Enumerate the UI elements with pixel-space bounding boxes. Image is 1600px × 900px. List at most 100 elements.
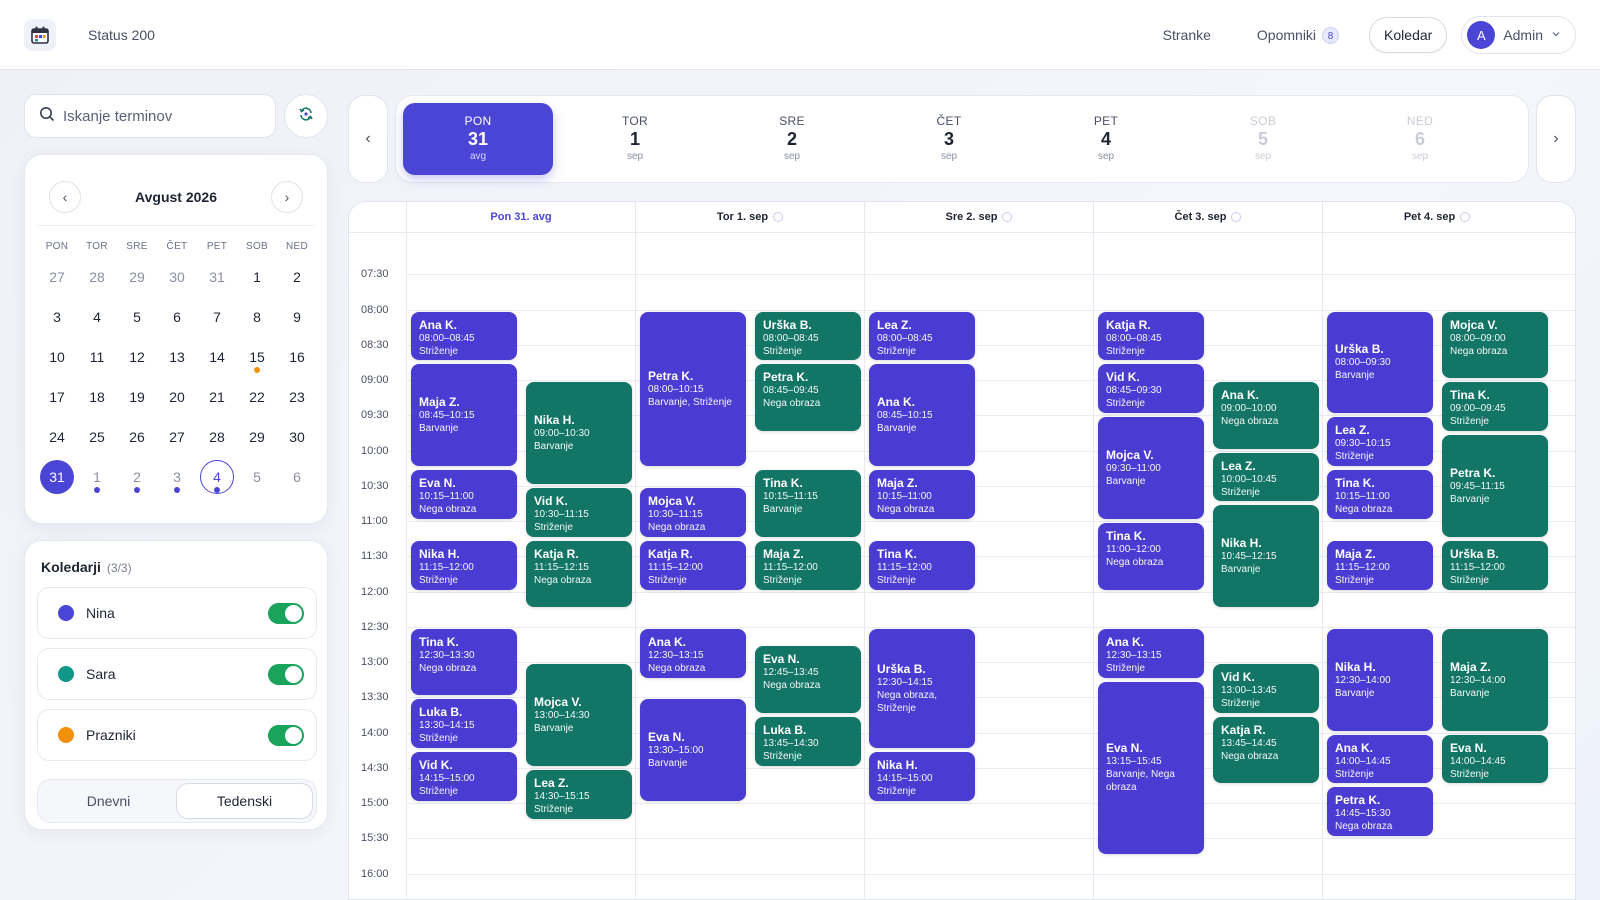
appointment-block[interactable]: Lea Z. 08:00–08:45 Striženje — [869, 311, 975, 361]
appointment-block[interactable]: Luka B. 13:30–14:15 Striženje — [411, 699, 517, 749]
appointment-block[interactable]: Nika H. 10:45–12:15 Barvanje — [1213, 505, 1319, 608]
mini-calendar-day[interactable]: 28 — [197, 417, 237, 457]
mini-calendar-day[interactable]: 6 — [277, 457, 317, 497]
appointment-block[interactable]: Ana K. 12:30–13:15 Nega obraza — [640, 628, 746, 678]
nav-stranke[interactable]: Stranke — [1147, 19, 1227, 51]
appointment-block[interactable]: Urška B. 12:30–14:15 Nega obraza, Striženj… — [869, 628, 975, 749]
appointment-block[interactable]: Katja R. 08:00–08:45 Striženje — [1098, 311, 1204, 361]
appointment-block[interactable]: Maja Z. 10:15–11:00 Nega obraza — [869, 470, 975, 520]
nav-opomniki[interactable]: Opomniki 8 — [1241, 19, 1355, 52]
week-day-tor[interactable]: TOR 1 sep — [560, 103, 710, 175]
week-day-čet[interactable]: ČET 3 sep — [874, 103, 1024, 175]
appointment-block[interactable]: Katja R. 13:45–14:45 Nega obraza — [1213, 716, 1319, 784]
appointment-block[interactable]: Vid K. 13:00–13:45 Striženje — [1213, 664, 1319, 713]
appointment-block[interactable]: Tina K. 09:00–09:45 Striženje — [1442, 382, 1548, 431]
mini-calendar-day[interactable]: 29 — [237, 417, 277, 457]
mini-calendar-day[interactable]: 27 — [157, 417, 197, 457]
mini-calendar-day[interactable]: 28 — [77, 257, 117, 297]
appointment-block[interactable]: Ana K. 12:30–13:15 Striženje — [1098, 628, 1204, 678]
calendar-row-prazniki[interactable]: Prazniki — [37, 709, 317, 761]
mini-calendar-day[interactable]: 1 — [77, 457, 117, 497]
appointment-block[interactable]: Luka B. 13:45–14:30 Striženje — [755, 716, 861, 766]
mini-calendar-day[interactable]: 31 — [37, 457, 77, 497]
mini-calendar-day[interactable]: 17 — [37, 377, 77, 417]
mini-calendar-day[interactable]: 22 — [237, 377, 277, 417]
week-day-sob[interactable]: SOB 5 sep — [1188, 103, 1338, 175]
appointment-block[interactable]: Petra K. 09:45–11:15 Barvanje — [1442, 434, 1548, 537]
mini-calendar-day[interactable]: 14 — [197, 337, 237, 377]
mini-calendar-day[interactable]: 4 — [77, 297, 117, 337]
mini-calendar-day[interactable]: 29 — [117, 257, 157, 297]
mini-calendar-day[interactable]: 2 — [277, 257, 317, 297]
appointment-block[interactable]: Tina K. 11:15–12:00 Striženje — [869, 540, 975, 590]
appointment-block[interactable]: Mojca V. 10:30–11:15 Nega obraza — [640, 487, 746, 537]
appointment-block[interactable]: Ana K. 09:00–10:00 Nega obraza — [1213, 382, 1319, 449]
appointment-block[interactable]: Vid K. 10:30–11:15 Striženje — [526, 487, 632, 537]
week-day-pet[interactable]: PET 4 sep — [1031, 103, 1181, 175]
appointment-block[interactable]: Nika H. 09:00–10:30 Barvanje — [526, 382, 632, 484]
search-input[interactable] — [63, 107, 253, 125]
mini-calendar-day[interactable]: 11 — [77, 337, 117, 377]
appointment-block[interactable]: Katja R. 11:15–12:00 Striženje — [640, 540, 746, 590]
user-menu[interactable]: A Admin — [1461, 16, 1576, 54]
appointment-block[interactable]: Ana K. 14:00–14:45 Striženje — [1327, 734, 1433, 784]
mini-calendar-day[interactable]: 7 — [197, 297, 237, 337]
week-day-pon[interactable]: PON 31 avg — [403, 103, 553, 175]
appointment-block[interactable]: Katja R. 11:15–12:15 Nega obraza — [526, 540, 632, 608]
view-weekly-button[interactable]: Tedenski — [176, 783, 313, 819]
mini-calendar-day[interactable]: 3 — [37, 297, 77, 337]
mini-calendar-day[interactable]: 24 — [37, 417, 77, 457]
mini-calendar-day[interactable]: 18 — [77, 377, 117, 417]
refresh-button[interactable] — [284, 94, 328, 138]
mini-calendar-day[interactable]: 27 — [37, 257, 77, 297]
mini-calendar-day[interactable]: 12 — [117, 337, 157, 377]
appointment-block[interactable]: Nika H. 14:15–15:00 Striženje — [869, 752, 975, 802]
calendar-toggle[interactable] — [268, 664, 304, 685]
calendar-row-nina[interactable]: Nina — [37, 587, 317, 639]
appointment-block[interactable]: Urška B. 11:15–12:00 Striženje — [1442, 540, 1548, 590]
appointment-block[interactable]: Eva N. 10:15–11:00 Nega obraza — [411, 470, 517, 520]
appointment-block[interactable]: Maja Z. 11:15–12:00 Striženje — [1327, 540, 1433, 590]
calendar-toggle[interactable] — [268, 725, 304, 746]
appointment-block[interactable]: Tina K. 10:15–11:15 Barvanje — [755, 470, 861, 537]
appointment-block[interactable]: Nika H. 12:30–14:00 Barvanje — [1327, 628, 1433, 731]
mini-calendar-day[interactable]: 5 — [117, 297, 157, 337]
appointment-block[interactable]: Maja Z. 11:15–12:00 Striženje — [755, 540, 861, 590]
week-next-button[interactable]: › — [1536, 95, 1576, 183]
mini-calendar-day[interactable]: 23 — [277, 377, 317, 417]
mini-calendar-day[interactable]: 16 — [277, 337, 317, 377]
mini-calendar-day[interactable]: 13 — [157, 337, 197, 377]
appointment-block[interactable]: Lea Z. 10:00–10:45 Striženje — [1213, 452, 1319, 502]
mini-calendar-day[interactable]: 15 — [237, 337, 277, 377]
appointment-block[interactable]: Maja Z. 12:30–14:00 Barvanje — [1442, 628, 1548, 731]
appointment-block[interactable]: Mojca V. 09:30–11:00 Barvanje — [1098, 417, 1204, 520]
appointment-block[interactable]: Petra K. 14:45–15:30 Nega obraza — [1327, 787, 1433, 837]
mini-calendar-day[interactable]: 6 — [157, 297, 197, 337]
mini-calendar-day[interactable]: 25 — [77, 417, 117, 457]
mini-calendar-day[interactable]: 31 — [197, 257, 237, 297]
appointment-block[interactable]: Eva N. 14:00–14:45 Striženje — [1442, 734, 1548, 784]
appointment-block[interactable]: Tina K. 11:00–12:00 Nega obraza — [1098, 523, 1204, 590]
appointment-block[interactable]: Petra K. 08:45–09:45 Nega obraza — [755, 364, 861, 431]
mini-calendar-day[interactable]: 19 — [117, 377, 157, 417]
appointment-block[interactable]: Tina K. 10:15–11:00 Nega obraza — [1327, 470, 1433, 520]
view-daily-button[interactable]: Dnevni — [41, 783, 176, 819]
mini-calendar-day[interactable]: 26 — [117, 417, 157, 457]
calendar-row-sara[interactable]: Sara — [37, 648, 317, 700]
mini-calendar-day[interactable]: 21 — [197, 377, 237, 417]
appointment-block[interactable]: Mojca V. 08:00–09:00 Nega obraza — [1442, 311, 1548, 379]
appointment-block[interactable]: Ana K. 08:45–10:15 Barvanje — [869, 364, 975, 467]
calendar-toggle[interactable] — [268, 603, 304, 624]
mini-calendar-day[interactable]: 30 — [157, 257, 197, 297]
mini-calendar-day[interactable]: 10 — [37, 337, 77, 377]
appointment-block[interactable]: Urška B. 08:00–08:45 Striženje — [755, 311, 861, 361]
mini-calendar-next-button[interactable]: › — [271, 181, 303, 213]
appointment-block[interactable]: Urška B. 08:00–09:30 Barvanje — [1327, 311, 1433, 414]
mini-calendar-day[interactable]: 3 — [157, 457, 197, 497]
appointment-block[interactable]: Vid K. 14:15–15:00 Striženje — [411, 752, 517, 802]
appointment-block[interactable]: Ana K. 08:00–08:45 Striženje — [411, 311, 517, 361]
appointment-block[interactable]: Mojca V. 13:00–14:30 Barvanje — [526, 664, 632, 766]
appointment-block[interactable]: Eva N. 13:30–15:00 Barvanje — [640, 699, 746, 802]
week-day-sre[interactable]: SRE 2 sep — [717, 103, 867, 175]
appointment-block[interactable]: Tina K. 12:30–13:30 Nega obraza — [411, 628, 517, 696]
